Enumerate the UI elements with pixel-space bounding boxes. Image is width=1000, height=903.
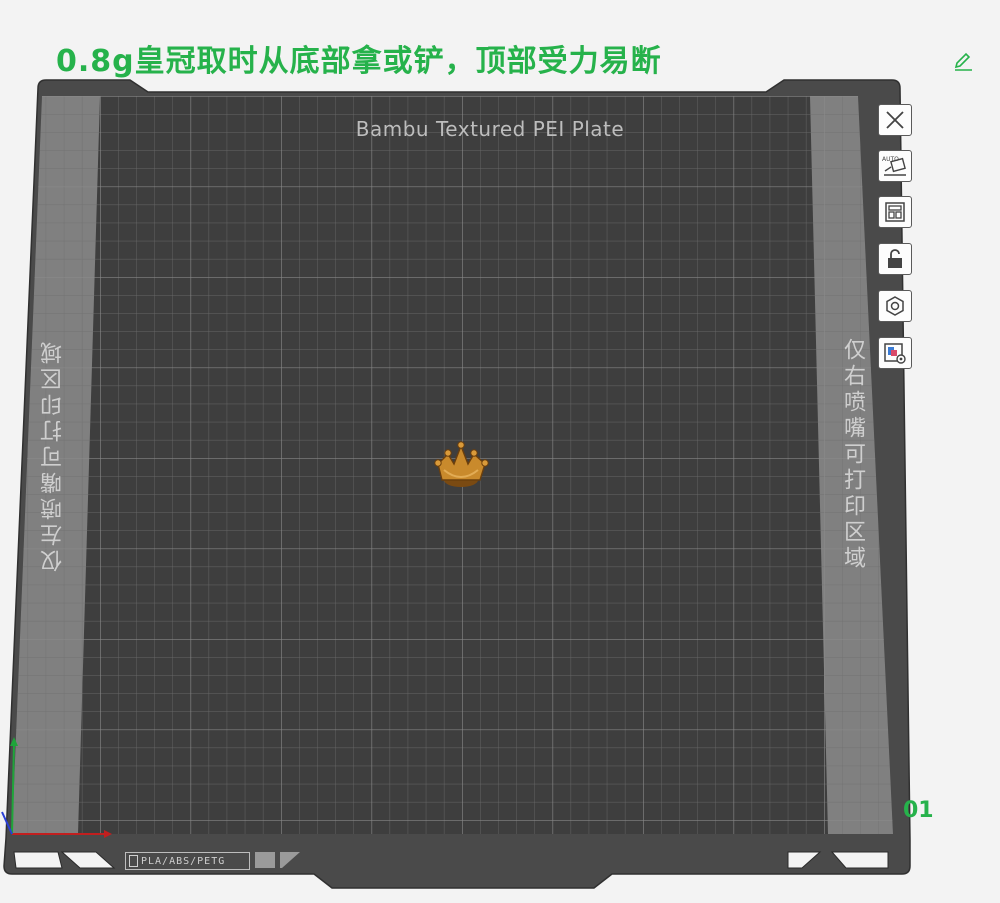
right-zone-label: 仅右喷嘴可打印区域 — [840, 338, 865, 572]
material-tag: PLA/ABS/PETG — [125, 852, 250, 870]
plate-type-label: Bambu Textured PEI Plate — [355, 117, 625, 141]
lock-icon[interactable] — [878, 243, 912, 275]
plate-config-icon[interactable] — [878, 337, 912, 369]
material-tag-label: PLA/ABS/PETG — [141, 855, 226, 867]
arrange-icon[interactable] — [878, 196, 912, 228]
bambu-logo-icon — [129, 855, 138, 867]
close-icon[interactable] — [878, 104, 912, 136]
crown-model[interactable] — [430, 434, 492, 494]
plate-number: 01 — [903, 798, 934, 823]
auto-orient-icon[interactable]: AUTO — [878, 150, 912, 182]
left-zone-label: 仅左喷嘴可打印区域 — [41, 338, 66, 572]
plate-settings-icon[interactable] — [878, 290, 912, 322]
